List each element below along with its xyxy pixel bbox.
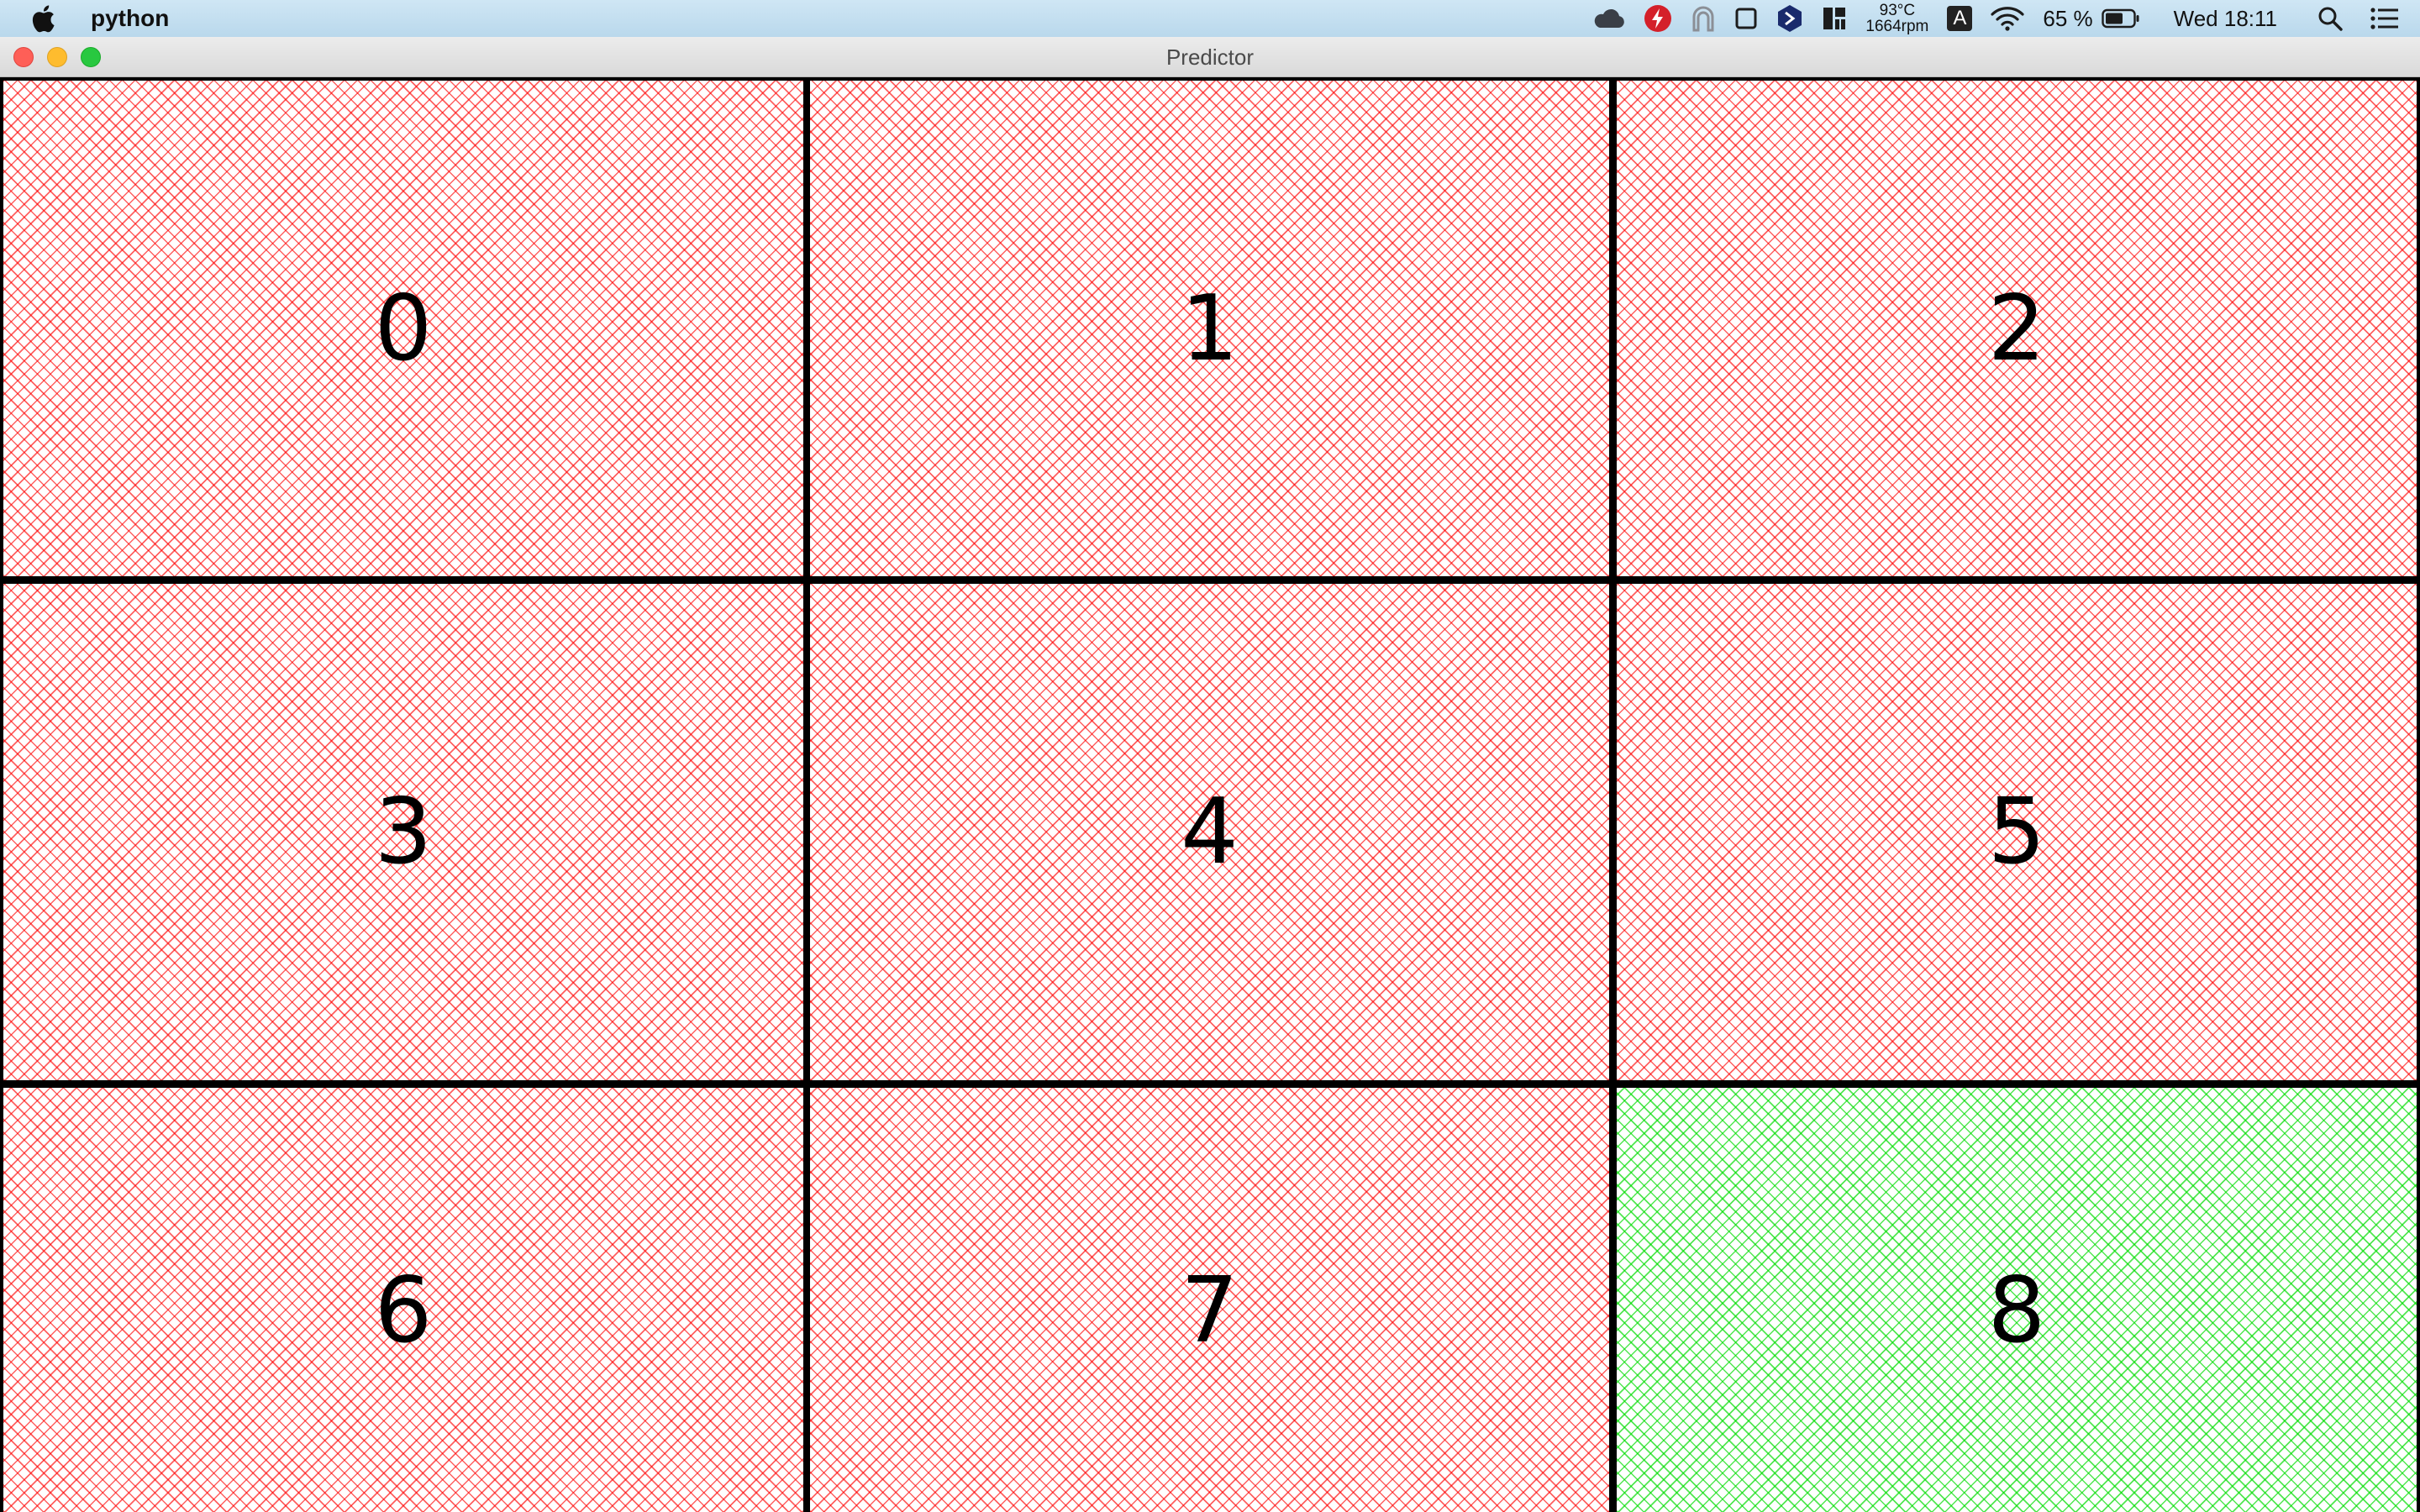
app-menu-python[interactable]: python [91,5,169,32]
grid-cell-8[interactable]: 8 [1617,1088,2417,1512]
search-icon[interactable] [2317,6,2343,31]
list-icon[interactable] [2370,7,2400,30]
cell-label: 2 [1987,276,2046,381]
sensor-readout[interactable]: 93°C 1664rpm [1865,3,1928,34]
menu-bar: python 93°C 1664rpm A 65 % Wed 18:11 [0,0,2420,37]
flash-icon[interactable] [1644,4,1672,33]
wifi-icon[interactable] [1991,6,2024,31]
input-source-icon[interactable]: A [1947,6,1973,31]
cell-label: 6 [374,1258,433,1363]
grid-cell-7[interactable]: 7 [810,1088,1609,1512]
grid-cell-5[interactable]: 5 [1617,584,2417,1080]
cell-label: 1 [1181,276,1239,381]
hexagon-icon[interactable] [1776,4,1803,33]
cell-label: 5 [1987,780,2046,885]
panels-icon[interactable] [1822,6,1847,31]
battery-icon[interactable] [2101,8,2140,29]
cell-label: 0 [374,276,433,381]
cell-label: 7 [1181,1258,1239,1363]
grid-cell-3[interactable]: 3 [3,584,803,1080]
arch-icon[interactable] [1691,5,1716,32]
square-icon[interactable] [1734,7,1758,30]
status-area: 93°C 1664rpm A 65 % Wed 18:11 [1573,0,2400,37]
cell-label: 8 [1987,1258,2046,1363]
grid-cell-2[interactable]: 2 [1617,81,2417,576]
cell-label: 3 [374,780,433,885]
fan-speed-label: 1664rpm [1865,18,1929,35]
grid-cell-4[interactable]: 4 [810,584,1609,1080]
apple-icon[interactable] [30,4,55,33]
clock[interactable]: Wed 18:11 [2174,6,2277,32]
grid-cell-1[interactable]: 1 [810,81,1609,576]
predictor-grid: 0 1 2 3 4 5 6 7 8 [0,77,2420,1512]
grid-cell-6[interactable]: 6 [3,1088,803,1512]
battery-percent[interactable]: 65 % [2043,6,2092,32]
grid-cell-0[interactable]: 0 [3,81,803,576]
cell-label: 4 [1181,780,1239,885]
cloud-icon[interactable] [1591,8,1625,29]
window-title: Predictor [1165,45,1255,70]
window-titlebar[interactable]: Predictor [0,37,2420,77]
temperature-label: 93°C [1879,2,1916,19]
